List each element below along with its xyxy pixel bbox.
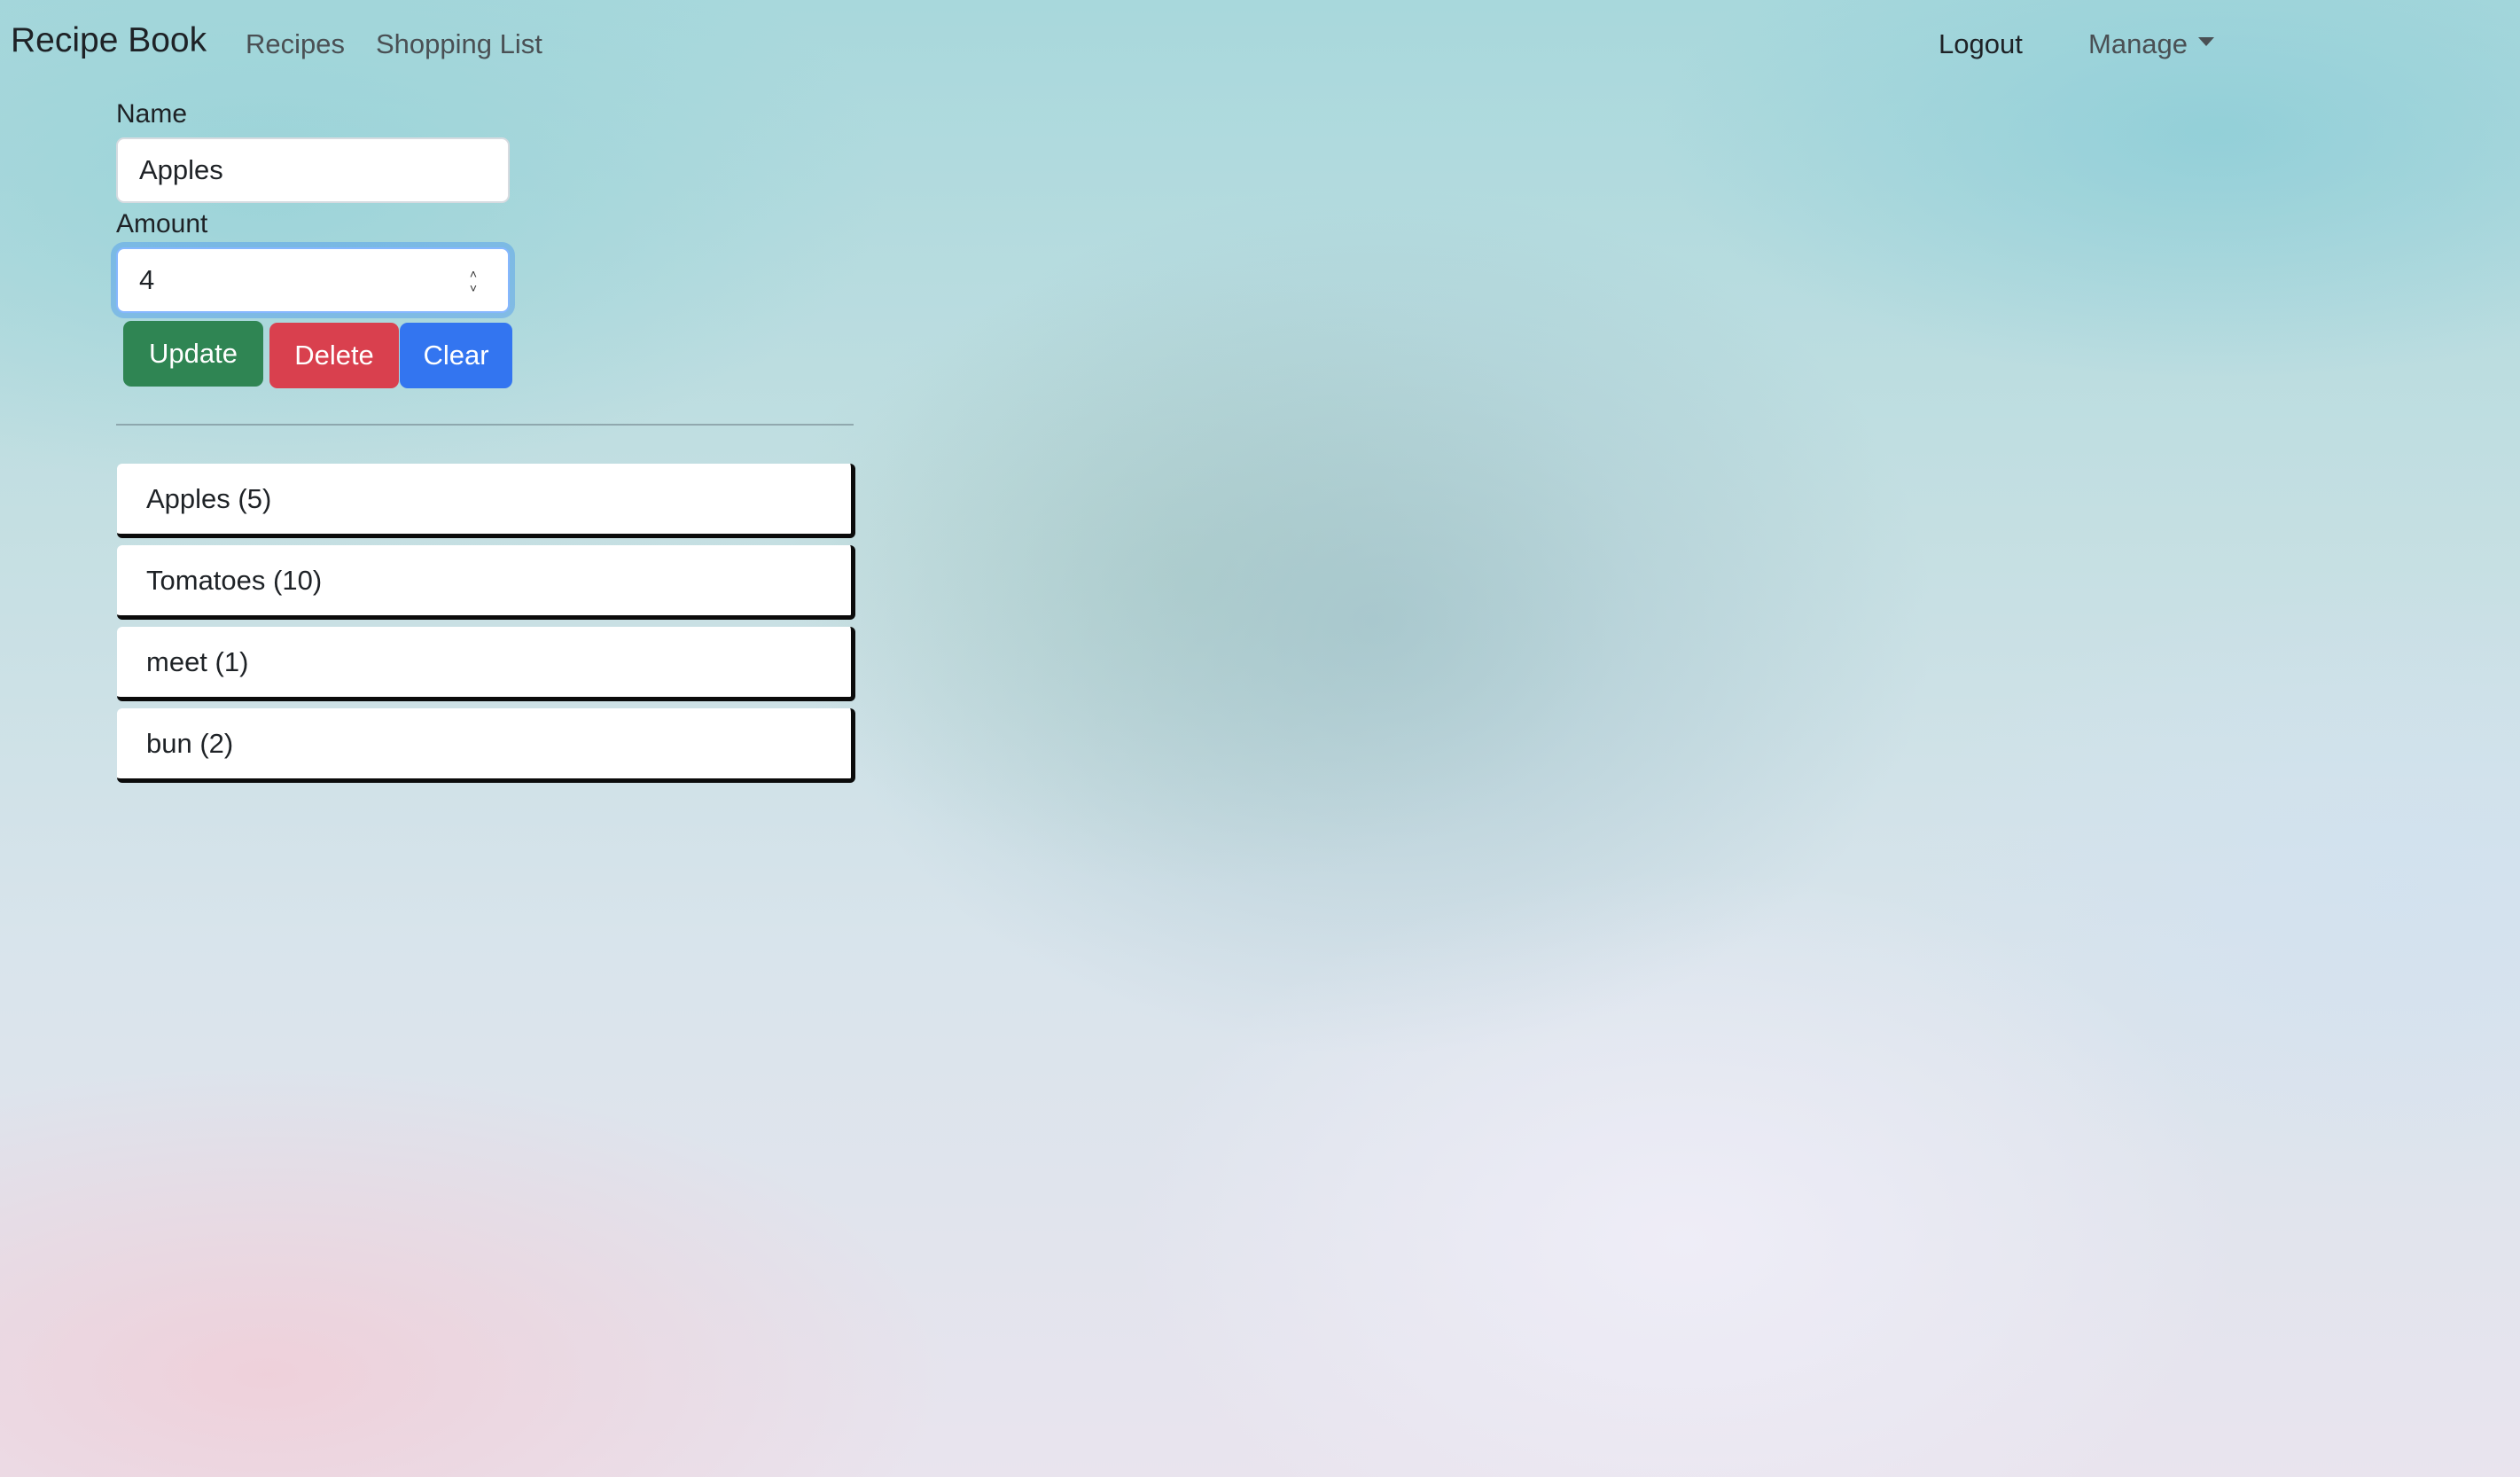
nav-link-recipes[interactable]: Recipes (246, 28, 345, 60)
navbar: Recipe Book Recipes Shopping List Logout… (0, 0, 2520, 89)
brand-link[interactable]: Recipe Book (11, 21, 207, 60)
amount-input[interactable] (116, 247, 510, 313)
spin-up-icon[interactable]: ˄ (470, 267, 477, 281)
divider (116, 424, 854, 426)
number-spinner[interactable]: ˄ ˅ (462, 264, 485, 298)
manage-label: Manage (2088, 28, 2188, 59)
caret-down-icon (2198, 36, 2215, 46)
manage-dropdown-toggle[interactable]: Manage (2088, 28, 2215, 60)
amount-label: Amount (116, 209, 208, 238)
list-item-bun[interactable]: bun (2) (117, 708, 855, 783)
name-input[interactable] (116, 137, 510, 203)
name-label: Name (116, 99, 188, 129)
spin-down-icon[interactable]: ˅ (470, 281, 477, 295)
clear-button[interactable]: Clear (400, 323, 512, 388)
nav-link-shopping-list[interactable]: Shopping List (376, 28, 542, 60)
update-button[interactable]: Update (123, 321, 263, 387)
nav-link-logout[interactable]: Logout (1939, 28, 2023, 60)
list-item-meet[interactable]: meet (1) (117, 627, 855, 701)
delete-button[interactable]: Delete (269, 323, 399, 388)
list-item-tomatoes[interactable]: Tomatoes (10) (117, 545, 855, 620)
list-item-apples[interactable]: Apples (5) (117, 464, 855, 538)
